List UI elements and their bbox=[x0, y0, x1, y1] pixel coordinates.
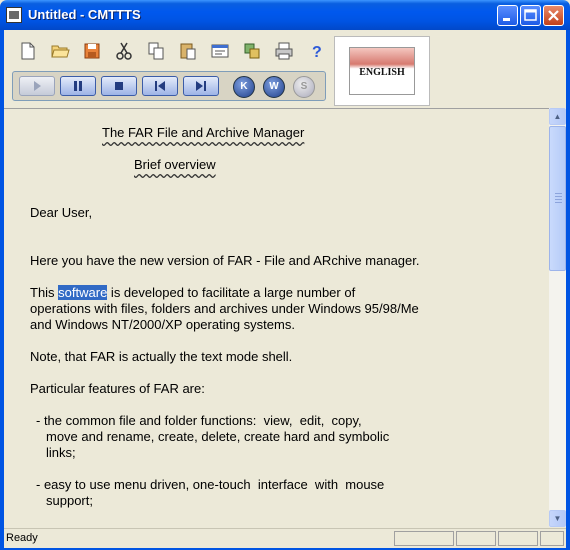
print-icon bbox=[275, 42, 293, 60]
status-bar: Ready bbox=[4, 528, 566, 548]
close-icon bbox=[548, 10, 559, 21]
scroll-up-button[interactable]: ▲ bbox=[549, 108, 566, 125]
s-button[interactable]: S bbox=[293, 76, 315, 98]
title-bar: Untitled - CMTTTS bbox=[0, 0, 570, 30]
doc-list-item: move and rename, create, delete, create … bbox=[46, 429, 390, 444]
open-button[interactable] bbox=[44, 38, 76, 64]
copy-icon bbox=[148, 42, 164, 60]
document-text-area[interactable]: The FAR File and Archive Manager Brief o… bbox=[4, 108, 549, 528]
doc-paragraph: Here you have the new version of FAR - F… bbox=[30, 253, 420, 268]
language-panel: ENGLISH bbox=[334, 36, 430, 106]
previous-button[interactable] bbox=[142, 76, 178, 96]
grip-line bbox=[555, 193, 562, 194]
new-icon bbox=[21, 42, 35, 60]
status-panel bbox=[498, 531, 538, 546]
app-icon[interactable] bbox=[6, 7, 22, 23]
player-toolbar: K W S bbox=[12, 71, 326, 101]
next-button[interactable] bbox=[183, 76, 219, 96]
save-button[interactable] bbox=[76, 38, 108, 64]
copy-button[interactable] bbox=[140, 38, 172, 64]
vertical-scrollbar[interactable]: ▲ ▼ bbox=[549, 108, 566, 527]
pause-icon bbox=[74, 81, 82, 91]
minimize-icon bbox=[503, 18, 510, 21]
properties-button[interactable] bbox=[204, 38, 236, 64]
doc-list-item: - easy to use menu driven, one-touch int… bbox=[36, 477, 385, 492]
scroll-thumb[interactable] bbox=[549, 126, 566, 271]
close-button[interactable] bbox=[543, 5, 564, 26]
settings-icon bbox=[244, 43, 260, 59]
maximize-button[interactable] bbox=[520, 5, 541, 26]
doc-greeting: Dear User, bbox=[30, 205, 93, 220]
maximize-icon bbox=[524, 9, 537, 21]
k-button[interactable]: K bbox=[233, 76, 255, 98]
doc-subtitle: Brief overview bbox=[134, 157, 216, 172]
cut-scissors-icon bbox=[116, 42, 132, 60]
play-button[interactable] bbox=[19, 76, 55, 96]
status-panel bbox=[456, 531, 496, 546]
doc-paragraph: Note, that FAR is actually the text mode… bbox=[30, 349, 293, 364]
stop-icon bbox=[115, 82, 123, 90]
minimize-button[interactable] bbox=[497, 5, 518, 26]
doc-paragraph: and Windows NT/2000/XP operating systems… bbox=[30, 317, 295, 332]
grip-line bbox=[555, 199, 562, 200]
doc-paragraph: This software is developed to facilitate… bbox=[30, 285, 356, 300]
grip-line bbox=[555, 202, 562, 203]
next-icon bbox=[196, 81, 206, 91]
pause-button[interactable] bbox=[60, 76, 96, 96]
paste-icon bbox=[180, 43, 196, 60]
selected-text: software bbox=[58, 285, 108, 300]
help-button[interactable]: ? bbox=[300, 38, 332, 64]
save-disk-icon bbox=[84, 43, 100, 59]
svg-text:?: ? bbox=[312, 44, 322, 61]
language-label: ENGLISH bbox=[359, 67, 405, 78]
window-title: Untitled - CMTTTS bbox=[28, 7, 141, 22]
doc-paragraph: Particular features of FAR are: bbox=[30, 381, 205, 396]
new-button[interactable] bbox=[12, 38, 44, 64]
previous-icon bbox=[155, 81, 165, 91]
properties-icon bbox=[211, 44, 229, 58]
language-flag[interactable]: ENGLISH bbox=[349, 47, 415, 95]
window-frame-right bbox=[566, 30, 570, 550]
standard-toolbar: ? bbox=[12, 38, 332, 64]
help-icon: ? bbox=[312, 44, 322, 61]
scroll-down-button[interactable]: ▼ bbox=[549, 510, 566, 527]
doc-list-item: links; bbox=[46, 445, 76, 460]
grip-line bbox=[555, 196, 562, 197]
size-grip[interactable] bbox=[540, 531, 564, 546]
doc-list-item: - the common file and folder functions: … bbox=[36, 413, 362, 428]
doc-paragraph: operations with files, folders and archi… bbox=[30, 301, 419, 316]
status-panel bbox=[394, 531, 454, 546]
status-text: Ready bbox=[6, 532, 38, 544]
doc-list-item: support; bbox=[46, 493, 93, 508]
paste-button[interactable] bbox=[172, 38, 204, 64]
settings-button[interactable] bbox=[236, 38, 268, 64]
w-button[interactable]: W bbox=[263, 76, 285, 98]
open-folder-icon bbox=[51, 45, 70, 58]
stop-button[interactable] bbox=[101, 76, 137, 96]
doc-title: The FAR File and Archive Manager bbox=[102, 125, 305, 140]
print-button[interactable] bbox=[268, 38, 300, 64]
cut-button[interactable] bbox=[108, 38, 140, 64]
play-icon bbox=[34, 81, 41, 91]
